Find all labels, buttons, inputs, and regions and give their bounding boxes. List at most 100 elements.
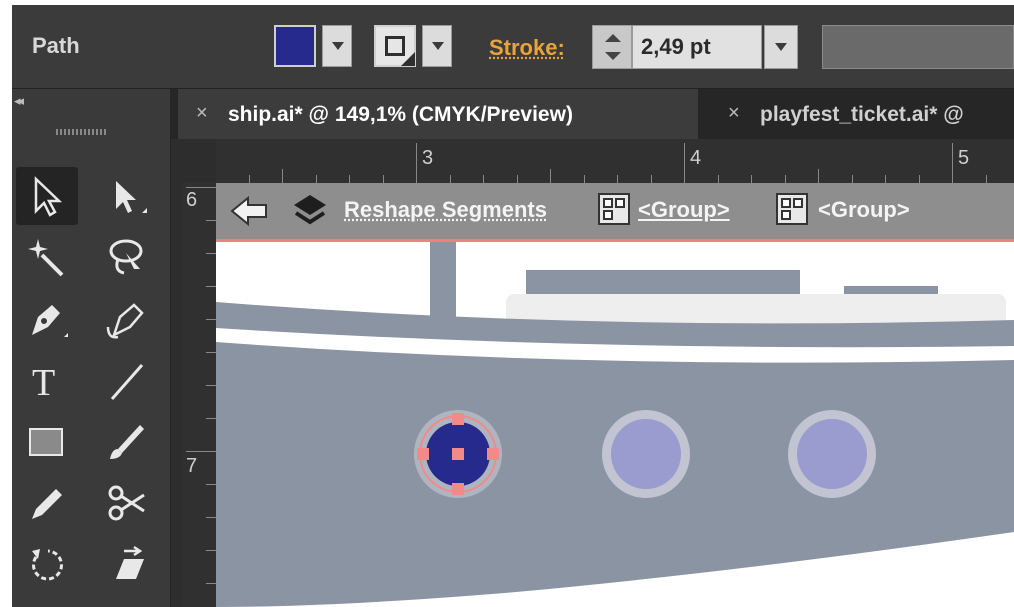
rectangle-icon: [29, 428, 63, 456]
vertical-ruler[interactable]: 6 7: [182, 183, 217, 607]
ruler-tick: [516, 175, 518, 183]
line-segment-icon: [110, 364, 144, 400]
magic-wand-tool[interactable]: [16, 227, 78, 285]
breadcrumb-group-link[interactable]: <Group>: [638, 197, 730, 223]
stroke-weight-dropdown-button[interactable]: [764, 25, 798, 69]
anchor-point[interactable]: [487, 448, 499, 460]
direct-selection-tool[interactable]: [96, 167, 158, 225]
ruler-tick: [650, 175, 652, 183]
selection-arrow-icon: [34, 176, 63, 217]
selection-type-label: Path: [32, 33, 80, 58]
magic-wand-icon: [28, 239, 64, 277]
selection-tool[interactable]: [16, 167, 78, 225]
group-icon: [598, 193, 630, 225]
paintbrush-icon: [110, 425, 144, 459]
ship-cabin-top: [526, 270, 800, 296]
layers-icon: [294, 195, 326, 225]
ruler-tick: [885, 175, 886, 183]
ruler-tick: [449, 175, 451, 183]
ruler-tick: [206, 352, 216, 353]
stroke-panel-link[interactable]: Stroke:: [489, 35, 565, 61]
collapse-panel-icon[interactable]: ◂◂: [14, 93, 24, 109]
horizontal-ruler[interactable]: 3 4 5: [216, 139, 1014, 184]
stroke-color-dropdown-button[interactable]: [422, 25, 452, 67]
group-icon: [776, 193, 808, 225]
pencil-icon: [32, 489, 62, 519]
anchor-point[interactable]: [452, 413, 464, 425]
lasso-tool[interactable]: [96, 227, 158, 285]
type-t-icon: T: [32, 362, 55, 403]
isolation-mode-name[interactable]: Reshape Segments: [344, 197, 547, 223]
ruler-tick: [315, 175, 317, 183]
ruler-tick: [248, 175, 250, 183]
stroke-color-swatch[interactable]: [374, 25, 416, 67]
ruler-tick: [784, 175, 786, 183]
ruler-tick: [382, 175, 384, 183]
ruler-tick: [684, 143, 685, 183]
type-tool[interactable]: T: [16, 351, 78, 409]
fill-dropdown-button[interactable]: [322, 25, 352, 67]
ruler-label: 7: [186, 455, 198, 477]
control-bar: Path Stroke: 2,49 pt: [12, 5, 1014, 89]
ruler-tick: [206, 385, 216, 386]
panel-grip[interactable]: [56, 129, 106, 135]
center-point: [452, 448, 464, 460]
ruler-tick: [206, 484, 216, 485]
direct-selection-arrow-icon: [116, 181, 147, 213]
ruler-tick: [206, 253, 216, 254]
free-transform-icon: [116, 545, 144, 579]
ruler-tick: [483, 175, 484, 183]
ruler-label: 5: [958, 147, 970, 169]
ruler-tick: [818, 169, 819, 183]
porthole[interactable]: [611, 419, 681, 489]
ship-mast: [430, 242, 456, 324]
stroke-weight-stepper[interactable]: [592, 25, 632, 69]
variable-width-profile[interactable]: [822, 25, 1014, 69]
tab-ship-ai[interactable]: × ship.ai* @ 149,1% (CMYK/Preview): [178, 89, 698, 139]
ruler-tick: [186, 451, 216, 452]
porthole[interactable]: [797, 419, 867, 489]
ruler-tick: [918, 175, 920, 183]
ruler-tick: [206, 517, 216, 518]
rotate-icon: [32, 549, 63, 581]
ruler-tick: [952, 143, 953, 183]
ruler-tick: [206, 286, 216, 287]
ruler-label: 3: [422, 147, 434, 169]
line-segment-tool[interactable]: [96, 351, 158, 409]
pen-tool[interactable]: [16, 289, 78, 347]
ruler-tick: [206, 583, 216, 584]
rotate-tool[interactable]: [16, 535, 78, 593]
curvature-tool[interactable]: [96, 289, 158, 347]
isolation-mode-bar: Reshape Segments <Group> <Group>: [216, 183, 1014, 242]
tab-playfest-ticket[interactable]: × playfest_ticket.ai* @: [710, 89, 1014, 139]
rectangle-tool[interactable]: [16, 411, 78, 469]
artboard-canvas[interactable]: [216, 242, 1014, 607]
fill-color-swatch[interactable]: [274, 25, 316, 67]
anchor-point[interactable]: [417, 448, 429, 460]
lasso-icon: [109, 239, 143, 275]
tab-title: playfest_ticket.ai* @: [760, 103, 964, 126]
pencil-tool[interactable]: [16, 473, 78, 531]
curvature-pen-icon: [106, 303, 144, 339]
back-arrow-icon[interactable]: [228, 195, 272, 227]
scissors-tool[interactable]: [96, 473, 158, 531]
ruler-tick: [206, 550, 216, 551]
close-tab-icon[interactable]: ×: [196, 102, 208, 125]
tools-panel: ◂◂ T: [12, 89, 171, 607]
free-transform-tool[interactable]: [96, 535, 158, 593]
breadcrumb-group-current: <Group>: [818, 197, 910, 222]
ruler-tick: [206, 418, 216, 419]
tab-title: ship.ai* @ 149,1% (CMYK/Preview): [228, 103, 573, 126]
anchor-point[interactable]: [452, 483, 464, 495]
ruler-tick: [206, 220, 216, 221]
document-tab-bar: × ship.ai* @ 149,1% (CMYK/Preview) × pla…: [170, 89, 1014, 139]
paintbrush-tool[interactable]: [96, 411, 158, 469]
ship-artwork: [216, 242, 1014, 607]
close-tab-icon[interactable]: ×: [728, 102, 740, 125]
stroke-weight-field[interactable]: 2,49 pt: [632, 25, 762, 69]
svg-text:T: T: [32, 362, 55, 403]
ruler-tick: [617, 175, 618, 183]
ruler-tick: [282, 169, 283, 183]
scissors-icon: [108, 485, 145, 521]
ruler-tick: [550, 169, 551, 183]
